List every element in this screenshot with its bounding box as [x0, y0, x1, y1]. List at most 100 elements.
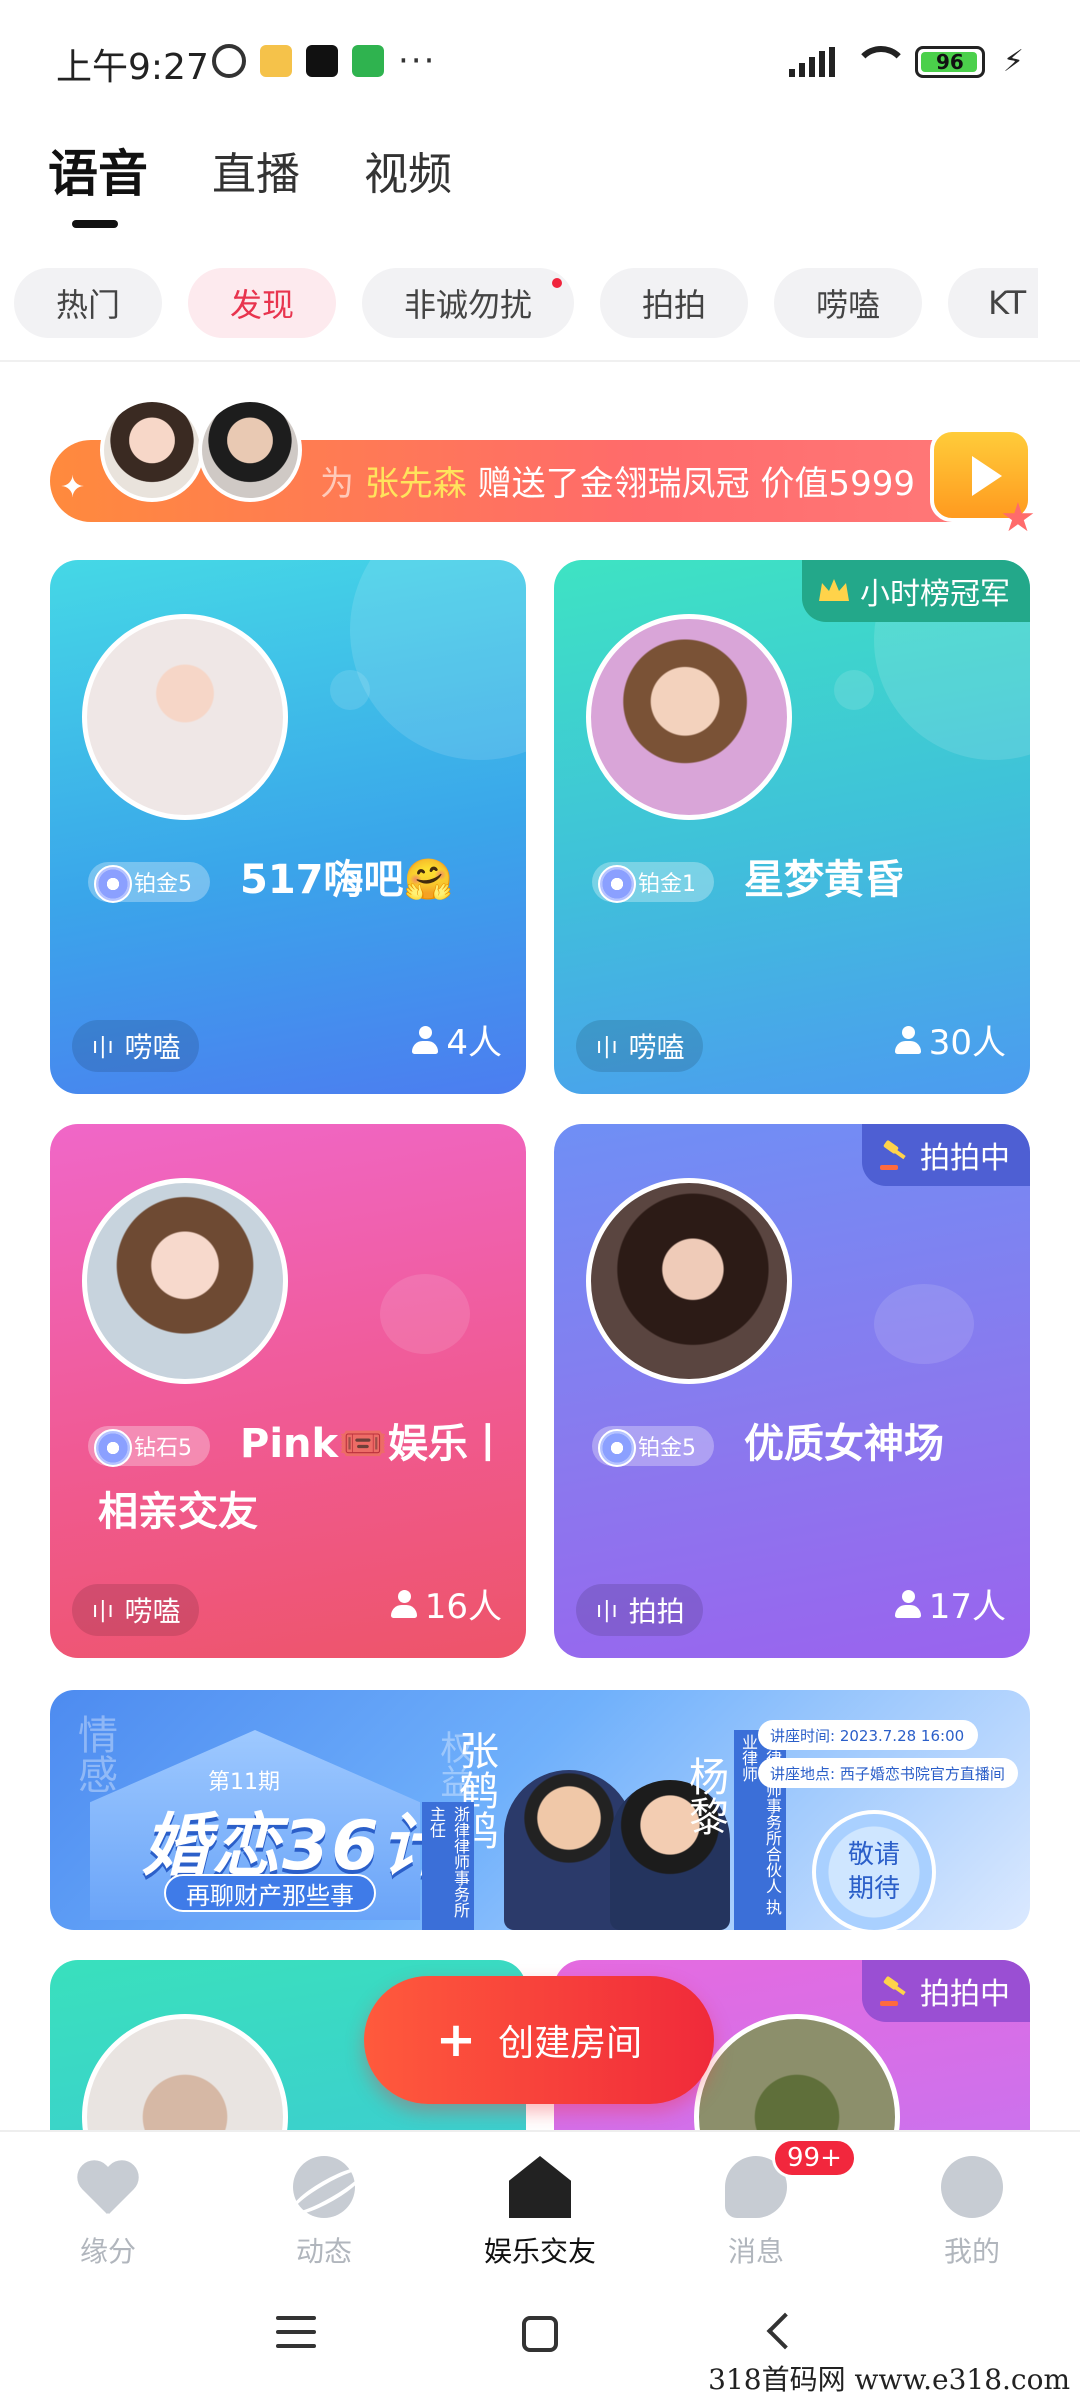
chip-hot[interactable]: 热门	[14, 268, 163, 338]
gift-text: 为 张先森 赠送了金翎瑞凤冠 价值5999	[320, 456, 915, 505]
chip-paipai[interactable]: 拍拍	[600, 268, 749, 338]
receiver-avatar[interactable]	[198, 398, 302, 502]
notification-icons: ···	[212, 44, 436, 78]
nav-label: 我的	[943, 2235, 1000, 2268]
star-icon: ★	[1000, 495, 1036, 541]
nav-entertainment[interactable]: 娱乐交友	[432, 2132, 648, 2270]
host-avatar	[586, 1178, 792, 1384]
member-count: 30人	[894, 1015, 1006, 1064]
nav-label: 动态	[295, 2235, 352, 2268]
create-room-button[interactable]: + 创建房间	[364, 1976, 714, 2104]
create-room-label: 创建房间	[498, 2023, 643, 2064]
nav-label: 娱乐交友	[483, 2235, 596, 2268]
member-count-label: 4人	[446, 1023, 502, 1063]
gavel-icon	[880, 1976, 906, 2006]
crown-icon	[819, 579, 849, 601]
ad-subtitle: 再聊财产那些事	[164, 1874, 376, 1912]
person-icon	[390, 1589, 417, 1618]
user-icon	[941, 2156, 1003, 2218]
person-icon	[894, 1589, 921, 1618]
coming-soon-button[interactable]: 敬请期待	[812, 1810, 936, 1930]
member-count: 16人	[390, 1579, 502, 1628]
chip-ktv[interactable]: KT	[948, 268, 1039, 338]
person-icon	[894, 1025, 921, 1054]
alarm-icon	[212, 44, 246, 78]
member-count-label: 16人	[424, 1587, 502, 1627]
lecture-time: 讲座时间: 2023.7.28 16:00	[758, 1720, 978, 1750]
speaker2-name: 杨黎	[682, 1756, 728, 1836]
home-icon[interactable]	[522, 2316, 558, 2352]
nav-fate[interactable]: 缘分	[0, 2132, 216, 2270]
voice-house-icon	[509, 2156, 571, 2218]
lecture-ad-banner[interactable]: 情感 第11期 婚恋36计 再聊财产那些事 权益 张鹤鸣 浙律律师事务所主任 杨…	[50, 1690, 1030, 1930]
room-type-label: 唠嗑	[124, 1031, 181, 1064]
system-nav-bar: 318首码网 www.e318.com	[0, 2272, 1080, 2400]
bottom-nav: 缘分 动态 娱乐交友 99+ 消息 我的	[0, 2130, 1080, 2270]
member-count: 4人	[412, 1015, 502, 1064]
decor-heart	[380, 1274, 470, 1354]
battery-icon: 96	[914, 45, 985, 78]
room-name: 优质女神场	[744, 1421, 944, 1467]
nav-profile[interactable]: 我的	[864, 2132, 1080, 2270]
nav-moments[interactable]: 动态	[216, 2132, 432, 2270]
room-type-tag: ı|ı 唠嗑	[72, 1020, 199, 1072]
tab-video[interactable]: 视频	[364, 138, 452, 202]
room-name: 517嗨吧🤗	[240, 857, 454, 903]
room-card[interactable]: 拍拍中 铂金5 优质女神场 ı|ı 拍拍 17人	[554, 1124, 1030, 1658]
gift-sender: 张先森	[364, 464, 467, 504]
sparkle-icon: ✦	[60, 470, 86, 505]
divider	[0, 360, 1080, 362]
room-card[interactable]: 小时榜冠军 铂金1 星梦黄昏 ı|ı 唠嗑 30人	[554, 560, 1030, 1094]
voice-wave-icon: ı|ı	[92, 1597, 115, 1623]
room-type-label: 唠嗑	[628, 1031, 685, 1064]
chip-chat[interactable]: 唠嗑	[774, 268, 923, 338]
chip-fei-cheng[interactable]: 非诚勿扰	[362, 268, 575, 338]
decor-bubble	[834, 670, 874, 710]
level-badge: 铂金1	[592, 862, 714, 903]
note-app-icon	[260, 45, 292, 77]
gift-prefix: 为	[320, 464, 354, 504]
more-notifications-icon: ···	[398, 41, 437, 81]
room-card[interactable]: 铂金5 517嗨吧🤗 ı|ı 唠嗑 4人	[50, 560, 526, 1094]
host-avatar	[586, 614, 792, 820]
nav-messages[interactable]: 99+ 消息	[648, 2132, 864, 2270]
host-avatar	[82, 614, 288, 820]
level-badge: 铂金5	[592, 1426, 714, 1467]
person-icon	[412, 1025, 439, 1054]
signal-icon	[788, 46, 835, 77]
status-right: 96 ⚡	[788, 44, 1024, 79]
tab-live[interactable]: 直播	[212, 138, 300, 202]
tiktok-app-icon	[306, 45, 338, 77]
menu-icon[interactable]	[276, 2316, 316, 2358]
room-name: 星梦黄昏	[744, 857, 904, 903]
room-card[interactable]: 钻石5 Pink🎟️娱乐丨相亲交友 ı|ı 唠嗑 16人	[50, 1124, 526, 1658]
member-count: 17人	[894, 1579, 1006, 1628]
tab-voice[interactable]: 语音	[48, 134, 148, 228]
category-chips: 热门 发现 非诚勿扰 拍拍 唠嗑 KT	[14, 268, 1039, 338]
auction-badge: 拍拍中	[862, 1960, 1030, 2022]
corner-label: 拍拍中	[920, 1141, 1010, 1176]
nav-label: 缘分	[79, 2235, 136, 2268]
room-type-tag: ı|ı 拍拍	[576, 1584, 703, 1636]
nav-label: 消息	[727, 2235, 784, 2268]
back-icon[interactable]	[766, 2312, 804, 2350]
watermark: 318首码网 www.e318.com	[708, 2363, 1070, 2396]
planet-icon	[293, 2156, 355, 2218]
chip-discover[interactable]: 发现	[188, 268, 337, 338]
plus-icon: +	[435, 2012, 477, 2068]
charging-icon: ⚡	[1002, 44, 1024, 79]
auction-badge: 拍拍中	[862, 1124, 1030, 1186]
top-tabs: 语音 直播 视频	[48, 120, 452, 228]
gavel-icon	[880, 1140, 906, 1170]
corner-label: 小时榜冠军	[860, 577, 1010, 612]
room-type-tag: ı|ı 唠嗑	[576, 1020, 703, 1072]
room-type-label: 拍拍	[628, 1595, 685, 1628]
gift-message: 赠送了金翎瑞凤冠 价值5999	[477, 464, 915, 504]
lecture-place: 讲座地点: 西子婚恋书院官方直播间	[758, 1758, 1018, 1788]
app-notification-icon	[352, 45, 384, 77]
heart-icon	[77, 2156, 139, 2218]
sender-avatar[interactable]	[100, 398, 204, 502]
voice-wave-icon: ı|ı	[596, 1033, 619, 1059]
voice-wave-icon: ı|ı	[92, 1033, 115, 1059]
room-type-tag: ı|ı 唠嗑	[72, 1584, 199, 1636]
